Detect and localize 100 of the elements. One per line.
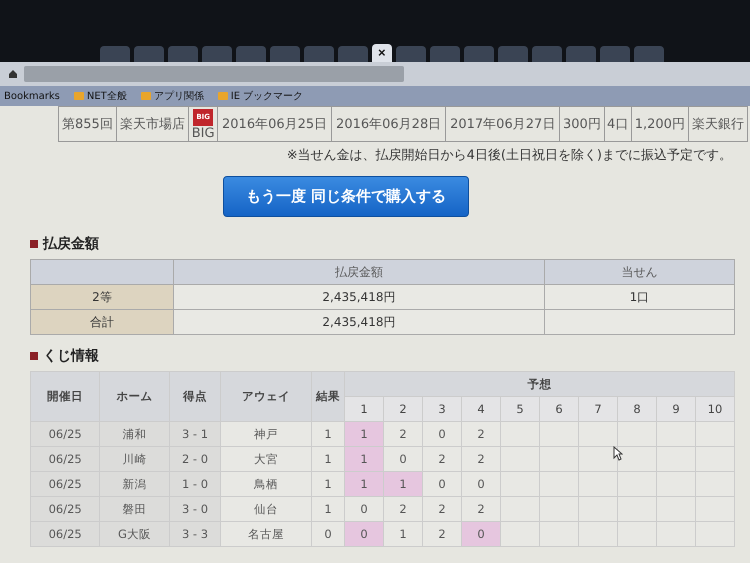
column-header: 予想	[344, 372, 734, 396]
browser-tab[interactable]	[134, 46, 164, 62]
column-header: 結果	[312, 372, 344, 422]
browser-tab[interactable]	[202, 46, 232, 62]
table-cell: 0	[344, 496, 384, 522]
browser-tab[interactable]	[304, 46, 334, 62]
column-header: 10	[696, 396, 734, 422]
column-header: 2	[384, 396, 422, 422]
table-cell: 1	[344, 422, 384, 446]
table-cell: 2	[384, 496, 422, 522]
column-header: 9	[656, 396, 696, 422]
table-cell: 1	[344, 472, 384, 496]
table-cell: 1	[312, 472, 344, 496]
table-cell: G大阪	[100, 522, 170, 546]
table-cell: 06/25	[30, 522, 100, 546]
table-cell: 川崎	[100, 446, 170, 472]
browser-tab[interactable]	[168, 46, 198, 62]
row-label: 2等	[30, 284, 174, 310]
table-cell: 1 - 0	[169, 472, 221, 496]
tab-close-button[interactable]: ×	[372, 44, 392, 62]
column-header: アウェイ	[220, 372, 312, 422]
table-cell: 楽天銀行	[688, 106, 748, 142]
browser-tab[interactable]	[100, 46, 130, 62]
table-cell: 3 - 3	[169, 522, 221, 546]
address-field[interactable]	[24, 66, 404, 82]
table-cell: 2017年06月27日	[446, 106, 560, 142]
column-header: 払戻金額	[174, 260, 544, 284]
table-cell: 仙台	[220, 496, 312, 522]
table-cell: 1	[384, 472, 422, 496]
bookmark-folder[interactable]: NET全般	[74, 89, 127, 103]
column-header: 当せん	[544, 260, 734, 284]
table-cell: 0	[422, 422, 462, 446]
column-header: ホーム	[100, 372, 170, 422]
browser-tab[interactable]	[236, 46, 266, 62]
table-cell: 第855回	[58, 106, 116, 142]
section-marker-icon	[30, 240, 38, 248]
rebuy-button[interactable]: もう一度 同じ条件で購入する	[222, 176, 470, 217]
column-header: 開催日	[30, 372, 100, 422]
table-cell: 1	[312, 446, 344, 472]
browser-tab[interactable]	[498, 46, 528, 62]
table-cell: 2,435,418円	[174, 310, 544, 334]
table-cell: 磐田	[100, 496, 170, 522]
section-title: 払戻金額	[43, 235, 99, 253]
table-cell: 2 - 0	[169, 446, 221, 472]
section-title: くじ情報	[43, 347, 99, 365]
bookmark-folder[interactable]: IE ブックマーク	[218, 89, 304, 103]
table-cell: 3 - 0	[169, 496, 221, 522]
column-header: 4	[462, 396, 500, 422]
bookmark-folder[interactable]: アプリ関係	[140, 89, 204, 103]
table-cell: 楽天市場店	[116, 106, 189, 142]
home-icon[interactable]	[8, 69, 18, 79]
table-cell: 1口	[544, 284, 734, 310]
table-cell: 0	[462, 472, 500, 496]
transfer-note: ※当せん金は、払戻開始日から4日後(土日祝日を除く)までに振込予定です。	[286, 147, 732, 164]
folder-icon	[218, 92, 228, 100]
browser-tab[interactable]	[338, 46, 368, 62]
mouse-pointer-icon	[613, 446, 623, 461]
browser-tab[interactable]	[634, 46, 664, 62]
table-cell: 1	[312, 496, 344, 522]
table-cell: 2	[462, 446, 500, 472]
table-cell: 06/25	[30, 496, 100, 522]
column-header: 1	[344, 396, 384, 422]
table-cell: 大宮	[220, 446, 312, 472]
table-cell: 2	[422, 446, 462, 472]
browser-tab[interactable]	[532, 46, 562, 62]
table-cell: 浦和	[100, 422, 170, 446]
table-cell: 2,435,418円	[174, 284, 544, 310]
table-cell: 2	[384, 422, 422, 446]
folder-icon	[140, 92, 151, 100]
table-cell: 0	[384, 446, 422, 472]
folder-icon	[74, 92, 84, 100]
table-cell: 3 - 1	[169, 422, 221, 446]
row-label: 合計	[30, 310, 174, 334]
table-cell: 2	[422, 496, 462, 522]
table-cell: 2	[422, 522, 462, 546]
table-cell: 0	[422, 472, 462, 496]
bookmarks-label: Bookmarks	[4, 90, 60, 102]
browser-tab[interactable]	[600, 46, 630, 62]
table-cell: 新潟	[100, 472, 170, 496]
table-cell: 2	[462, 496, 500, 522]
table-cell: 0	[344, 522, 384, 546]
browser-tab[interactable]	[430, 46, 460, 62]
table-cell: 1	[344, 446, 384, 472]
table-cell: 0	[312, 522, 344, 546]
table-cell: 1,200円	[631, 106, 688, 142]
table-cell: 名古屋	[220, 522, 312, 546]
browser-tab[interactable]	[270, 46, 300, 62]
table-cell: 1	[384, 522, 422, 546]
table-cell: 4口	[604, 106, 632, 142]
section-marker-icon	[30, 352, 38, 360]
table-cell: 神戸	[220, 422, 312, 446]
browser-tab[interactable]	[566, 46, 596, 62]
browser-tab[interactable]	[396, 46, 426, 62]
table-cell: 0	[462, 522, 500, 546]
table-cell: 1	[312, 422, 344, 446]
table-cell: 06/25	[30, 472, 100, 496]
column-header: 6	[540, 396, 578, 422]
column-header: 3	[422, 396, 462, 422]
browser-tab[interactable]	[464, 46, 494, 62]
table-cell: 2016年06月25日	[218, 106, 332, 142]
